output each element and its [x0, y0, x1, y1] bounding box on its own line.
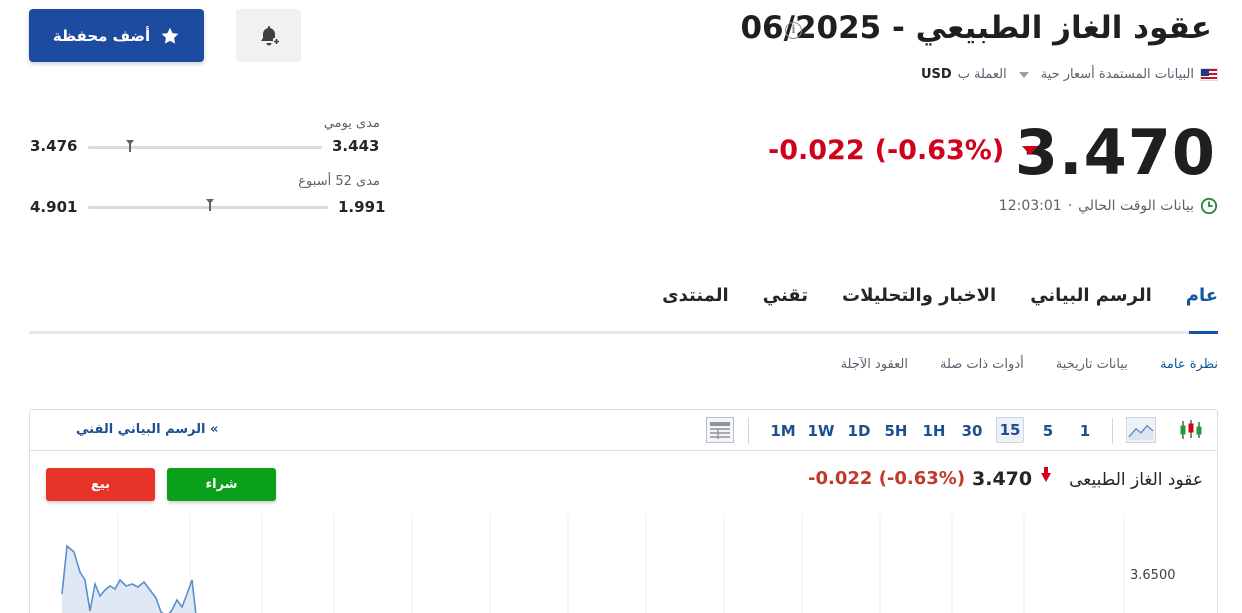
- timeframe-1m[interactable]: 1M: [768, 420, 798, 442]
- y-axis-label: 3.6500: [1130, 568, 1176, 583]
- toolbar-separator: [748, 418, 749, 444]
- chevron-down-icon[interactable]: [1018, 71, 1029, 78]
- subtab-historical[interactable]: بيانات تاريخية: [1056, 357, 1128, 372]
- buy-button[interactable]: شراء: [167, 468, 276, 501]
- daily-range-marker: [126, 140, 135, 152]
- technical-chart-link[interactable]: » الرسم البياني الفني: [76, 422, 218, 437]
- toolbar-separator: [1112, 418, 1113, 444]
- subtab-overview[interactable]: نظرة عامة: [1160, 357, 1218, 372]
- change-value: -0.022: [768, 135, 865, 166]
- tab-forum[interactable]: المنتدى: [662, 285, 729, 306]
- timeframe-5[interactable]: 5: [1033, 420, 1063, 442]
- tab-chart[interactable]: الرسم البياني: [1030, 285, 1152, 306]
- change-percent: (-0.63%): [874, 135, 1005, 166]
- chart-change-value: -0.022: [808, 468, 873, 489]
- bell-plus-icon: [260, 25, 280, 45]
- technical-chart-label: الرسم البياني الفني: [76, 422, 206, 437]
- week52-range-track: [88, 206, 328, 209]
- week52-range-high: 4.901: [30, 198, 78, 216]
- time-label: بيانات الوقت الحالي: [1078, 198, 1194, 214]
- star-icon: [161, 27, 179, 44]
- add-alert-button[interactable]: [236, 9, 301, 62]
- table-icon[interactable]: [706, 417, 734, 443]
- currency-label: العملة ب: [957, 67, 1007, 82]
- page-title: عقود الغاز الطبيعي - 06/2025: [740, 10, 1212, 46]
- chart-panel: 1 5 15 30 1H 5H 1D 1W 1M » الرسم البياني…: [29, 409, 1218, 613]
- chart-price: 3.470: [972, 468, 1033, 490]
- week52-range-marker: [206, 199, 215, 211]
- daily-range-track: [88, 146, 322, 149]
- down-arrow-icon: [1022, 146, 1039, 155]
- daily-range-high: 3.476: [30, 137, 78, 155]
- data-source-row: البيانات المستمدة أسعار حية العملة ب USD: [921, 67, 1218, 82]
- last-price: 3.470: [1014, 116, 1216, 189]
- time-separator: ·: [1067, 198, 1073, 214]
- timeframe-1[interactable]: 1: [1070, 420, 1100, 442]
- timeframe-15[interactable]: 15: [996, 417, 1024, 443]
- line-chart-icon[interactable]: [1126, 417, 1156, 443]
- time-row: بيانات الوقت الحالي · 12:03:01: [999, 197, 1218, 215]
- chart-gridlines: [117, 514, 1125, 613]
- clock-icon: [1200, 197, 1218, 215]
- week52-range-low: 1.991: [338, 198, 386, 216]
- main-tabs: عام الرسم البياني الاخبار والتحليلات تقن…: [662, 285, 1218, 306]
- daily-range-label: مدى يومي: [323, 116, 380, 131]
- price-change: -0.022 (-0.63%): [768, 135, 1039, 166]
- active-tab-indicator: [1189, 331, 1218, 334]
- timeframe-1h[interactable]: 1H: [919, 420, 949, 442]
- tab-news[interactable]: الاخبار والتحليلات: [842, 285, 996, 306]
- price-chart[interactable]: [30, 514, 1219, 613]
- chart-toolbar: 1 5 15 30 1H 5H 1D 1W 1M » الرسم البياني…: [30, 410, 1217, 451]
- add-portfolio-button[interactable]: أضف محفظة: [29, 9, 204, 62]
- down-arrow-icon: [1041, 467, 1051, 482]
- info-icon[interactable]: i: [785, 22, 802, 39]
- technical-chart-arrow: »: [210, 422, 219, 437]
- subtab-futures[interactable]: العقود الآجلة: [841, 357, 908, 372]
- timeframe-30[interactable]: 30: [957, 420, 987, 442]
- data-source-label[interactable]: البيانات المستمدة أسعار حية: [1041, 67, 1194, 82]
- add-portfolio-label: أضف محفظة: [52, 26, 151, 45]
- tab-general[interactable]: عام: [1186, 285, 1218, 306]
- timeframe-1w[interactable]: 1W: [806, 420, 836, 442]
- chart-change: -0.022 (-0.63%): [808, 468, 965, 489]
- candlestick-icon[interactable]: [1179, 418, 1205, 442]
- price-area: [62, 546, 196, 613]
- chart-instrument-name: عقود الغاز الطبيعى: [1069, 470, 1203, 490]
- timeframe-5h[interactable]: 5H: [881, 420, 911, 442]
- subtab-related[interactable]: أدوات ذات صلة: [940, 357, 1024, 372]
- tabs-divider: [29, 331, 1218, 334]
- week52-range-label: مدى 52 أسبوع: [298, 174, 380, 189]
- time-value: 12:03:01: [998, 198, 1062, 214]
- timeframe-1d[interactable]: 1D: [844, 420, 874, 442]
- sell-button[interactable]: بيع: [46, 468, 155, 501]
- tab-technical[interactable]: تقني: [763, 285, 808, 306]
- currency-value: USD: [920, 67, 952, 82]
- us-flag-icon: [1200, 68, 1218, 81]
- chart-change-percent: (-0.63%): [878, 468, 966, 489]
- daily-range-low: 3.443: [332, 137, 380, 155]
- sub-tabs: نظرة عامة بيانات تاريخية أدوات ذات صلة ا…: [841, 357, 1218, 372]
